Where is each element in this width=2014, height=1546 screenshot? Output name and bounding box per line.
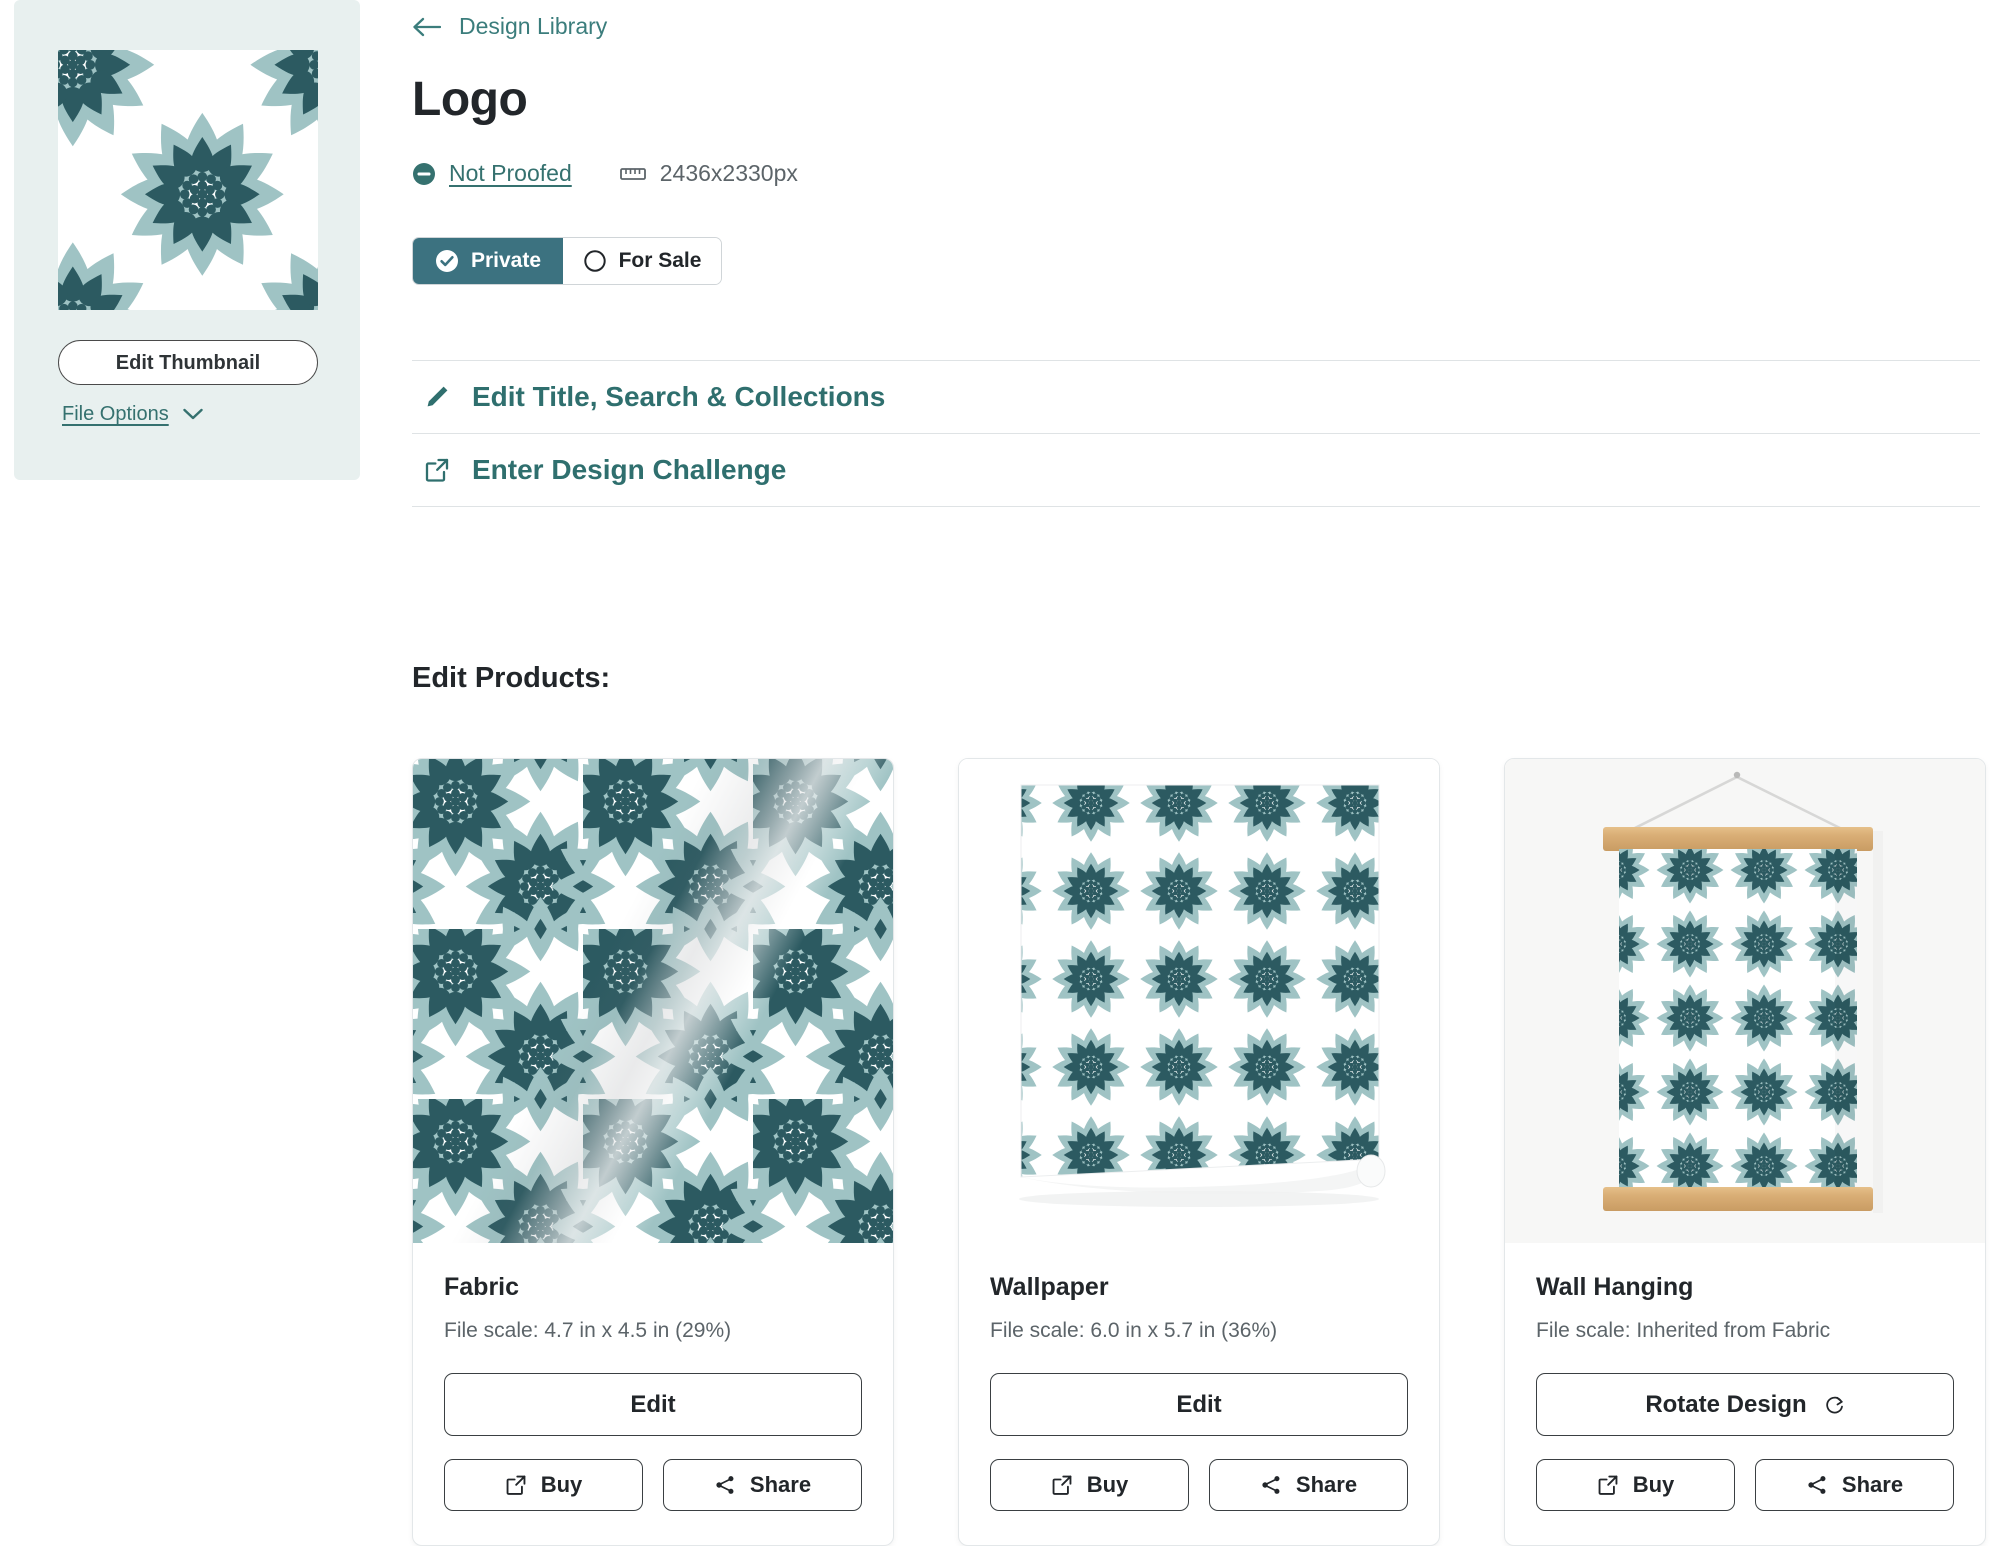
page-title: Logo (412, 73, 528, 126)
circle-outline-icon (583, 250, 606, 272)
toggle-option-for-sale-label: For Sale (618, 249, 702, 272)
fabric-swatch-image (413, 759, 893, 1243)
rotate-design-label: Rotate Design (1645, 1390, 1807, 1418)
share-label: Share (1841, 1472, 1904, 1497)
product-file-scale: File scale: Inherited from Fabric (1536, 1319, 1954, 1343)
ruler-icon (619, 168, 646, 180)
chevron-down-icon (183, 408, 203, 420)
flower-pattern-thumbnail-icon (58, 50, 318, 310)
dimensions-group: 2436x2330px (619, 160, 798, 187)
share-label: Share (749, 1472, 812, 1497)
external-link-icon (506, 1475, 526, 1495)
product-card-fabric: Fabric File scale: 4.7 in x 4.5 in (29%)… (412, 758, 894, 1546)
share-label: Share (1295, 1472, 1358, 1497)
breadcrumb-label: Design Library (459, 13, 608, 39)
product-file-scale: File scale: 6.0 in x 5.7 in (36%) (990, 1319, 1408, 1343)
breadcrumb[interactable]: Design Library (412, 13, 607, 40)
product-secondary-actions: Buy Share (444, 1459, 862, 1511)
action-links: Edit Title, Search & Collections Enter D… (412, 360, 1980, 507)
edit-product-button[interactable]: Edit (990, 1373, 1408, 1436)
buy-label: Buy (1086, 1472, 1129, 1497)
share-button[interactable]: Share (1755, 1459, 1954, 1511)
edit-products-heading: Edit Products: (412, 662, 611, 694)
enter-design-challenge-link[interactable]: Enter Design Challenge (412, 434, 1980, 506)
buy-button[interactable]: Buy (990, 1459, 1189, 1511)
share-icon (716, 1476, 734, 1494)
file-scale-value: 6.0 in x 5.7 in (36%) (1090, 1319, 1278, 1342)
edit-product-label: Edit (630, 1390, 676, 1418)
file-scale-label: File scale: (990, 1319, 1085, 1342)
buy-button[interactable]: Buy (444, 1459, 643, 1511)
buy-button[interactable]: Buy (1536, 1459, 1735, 1511)
product-secondary-actions: Buy Share (1536, 1459, 1954, 1511)
design-summary-panel: Edit Thumbnail File Options (14, 0, 360, 480)
external-link-icon (1052, 1475, 1072, 1495)
product-secondary-actions: Buy Share (990, 1459, 1408, 1511)
proof-status-link[interactable]: Not Proofed (412, 160, 572, 187)
share-button[interactable]: Share (1209, 1459, 1408, 1511)
external-link-icon (1598, 1475, 1618, 1495)
proof-status-label: Not Proofed (449, 160, 572, 186)
wallpaper-roll-image (959, 759, 1439, 1243)
edit-product-button[interactable]: Edit (444, 1373, 862, 1436)
external-link-icon (425, 458, 449, 482)
dimensions-label: 2436x2330px (659, 160, 798, 186)
file-scale-value: 4.7 in x 4.5 in (29%) (544, 1319, 732, 1342)
file-scale-label: File scale: (444, 1319, 539, 1342)
toggle-option-for-sale[interactable]: For Sale (563, 238, 721, 284)
product-title: Wallpaper (990, 1273, 1109, 1301)
visibility-toggle[interactable]: Private For Sale (412, 237, 722, 285)
rotate-icon (1825, 1396, 1843, 1413)
toggle-option-private-label: Private (470, 249, 542, 272)
product-title: Wall Hanging (1536, 1273, 1694, 1301)
divider (412, 506, 1980, 507)
file-options-dropdown[interactable]: File Options (62, 403, 203, 426)
minus-circle-icon (413, 162, 435, 185)
share-icon (1808, 1476, 1826, 1494)
check-circle-icon (435, 250, 458, 272)
file-scale-value: Inherited from Fabric (1636, 1319, 1831, 1342)
design-meta-row: Not Proofed 2436x2330px (412, 160, 798, 187)
buy-label: Buy (540, 1472, 583, 1497)
share-icon (1262, 1476, 1280, 1494)
file-options-label: File Options (62, 403, 169, 425)
enter-design-challenge-label: Enter Design Challenge (472, 454, 787, 485)
edit-thumbnail-button[interactable]: Edit Thumbnail (58, 340, 318, 385)
buy-label: Buy (1632, 1472, 1675, 1497)
toggle-option-private[interactable]: Private (413, 238, 563, 284)
wall-hanging-image (1505, 759, 1985, 1243)
product-file-scale: File scale: 4.7 in x 4.5 in (29%) (444, 1319, 862, 1343)
rotate-design-button[interactable]: Rotate Design (1536, 1373, 1954, 1436)
edit-title-search-collections-label: Edit Title, Search & Collections (472, 381, 886, 412)
share-button[interactable]: Share (663, 1459, 862, 1511)
edit-product-label: Edit (1176, 1390, 1222, 1418)
design-detail-page: Edit Thumbnail File Options Design Libra… (0, 0, 2014, 1546)
file-scale-label: File scale: (1536, 1319, 1631, 1342)
pencil-icon (427, 386, 448, 407)
product-title: Fabric (444, 1273, 520, 1301)
product-card-wall-hanging: Wall Hanging File scale: Inherited from … (1504, 758, 1986, 1546)
thumbnail-frame (58, 50, 318, 310)
main-content: Design Library Logo Not Proofed 2436x233… (412, 0, 2014, 1546)
product-card-wallpaper: Wallpaper File scale: 6.0 in x 5.7 in (3… (958, 758, 1440, 1546)
edit-title-search-collections-link[interactable]: Edit Title, Search & Collections (412, 361, 1980, 433)
arrow-left-icon (413, 17, 441, 36)
product-card-list: Fabric File scale: 4.7 in x 4.5 in (29%)… (412, 758, 1986, 1546)
